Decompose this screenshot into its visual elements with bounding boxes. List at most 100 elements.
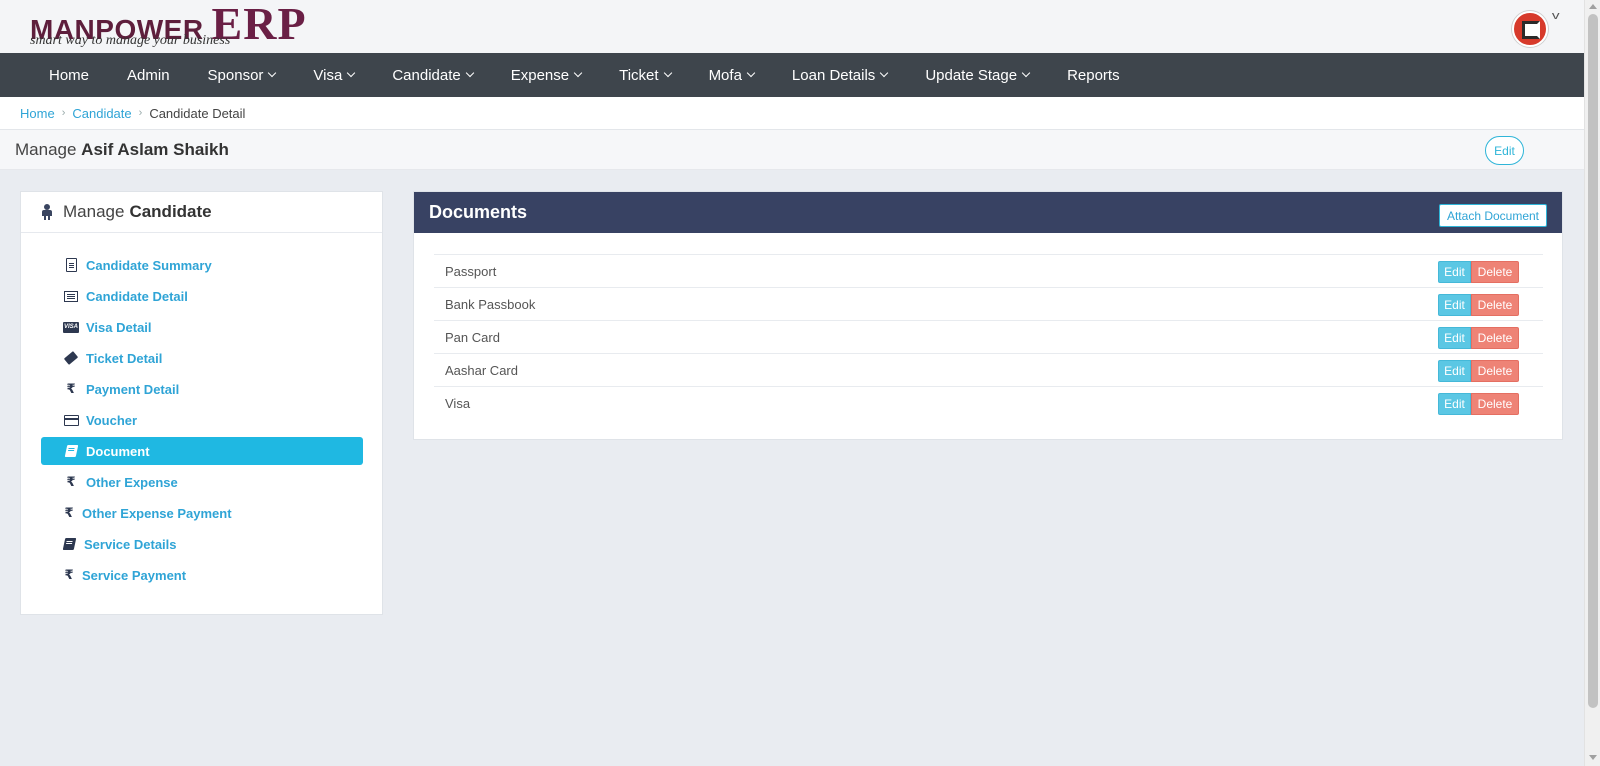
nav-admin[interactable]: Admin: [108, 53, 189, 97]
table-row: Pan Card Edit Delete: [434, 320, 1543, 353]
chevron-down-icon: [347, 68, 356, 78]
nav-ticket-label: Ticket: [619, 66, 659, 84]
sidebar-item-document[interactable]: Document: [41, 437, 363, 465]
edit-document-button[interactable]: Edit: [1438, 294, 1471, 316]
delete-document-button[interactable]: Delete: [1471, 327, 1519, 349]
sidebar-item-candidate-detail[interactable]: Candidate Detail: [41, 282, 363, 310]
edit-document-button[interactable]: Edit: [1438, 360, 1471, 382]
breadcrumb-current: Candidate Detail: [149, 105, 246, 121]
page-title: Manage Asif Aslam Shaikh: [15, 140, 229, 160]
sidebar-item-other-expense[interactable]: ₹ Other Expense: [41, 468, 363, 496]
table-row: Bank Passbook Edit Delete: [434, 287, 1543, 320]
rupee-icon: ₹: [64, 505, 74, 520]
rupee-icon: ₹: [64, 567, 74, 582]
logo-tagline: smart way to manage your business: [30, 33, 231, 48]
delete-document-button[interactable]: Delete: [1471, 261, 1519, 283]
document-name: Visa: [445, 395, 471, 411]
documents-panel: Documents Attach Document Passport Edit …: [413, 191, 1563, 440]
visa-icon: VISA: [63, 321, 79, 333]
breadcrumb: Home › Candidate › Candidate Detail: [0, 97, 1584, 130]
delete-document-button[interactable]: Delete: [1471, 393, 1519, 415]
scroll-thumb[interactable]: [1588, 14, 1598, 708]
table-row: Visa Edit Delete: [434, 386, 1543, 419]
edit-candidate-button[interactable]: Edit: [1485, 136, 1524, 165]
attach-document-button[interactable]: Attach Document: [1439, 204, 1547, 227]
top-header: MANPOWER ERP smart way to manage your bu…: [0, 0, 1584, 53]
user-avatar[interactable]: [1512, 11, 1548, 47]
sidebar-item-label: Candidate Summary: [86, 257, 212, 273]
breadcrumb-home-link[interactable]: Home: [20, 106, 55, 121]
person-icon: [41, 204, 53, 220]
app-logo[interactable]: MANPOWER ERP smart way to manage your bu…: [30, 1, 307, 49]
chevron-down-icon: [465, 68, 474, 78]
breadcrumb-separator-icon: ›: [138, 107, 143, 119]
list-alt-icon: [64, 290, 78, 302]
manage-candidate-panel: Manage Candidate Candidate Summary Candi…: [20, 191, 383, 615]
sidebar-item-label: Other Expense Payment: [82, 505, 232, 521]
breadcrumb-candidate-link[interactable]: Candidate: [72, 106, 131, 121]
table-row: Passport Edit Delete: [434, 254, 1543, 287]
page-title-prefix: Manage: [15, 140, 77, 159]
scroll-up-arrow-icon[interactable]: [1589, 4, 1597, 9]
delete-document-button[interactable]: Delete: [1471, 360, 1519, 382]
sidebar-item-label: Other Expense: [86, 474, 178, 490]
avatar-logo-icon: [1522, 21, 1540, 39]
heading-prefix: Manage: [63, 202, 125, 221]
nav-home-label: Home: [49, 66, 90, 84]
document-name: Passport: [445, 263, 497, 279]
sidebar-item-payment-detail[interactable]: ₹ Payment Detail: [41, 375, 363, 403]
nav-mofa[interactable]: Mofa: [690, 53, 773, 97]
sidebar-item-label: Payment Detail: [86, 381, 180, 397]
rupee-icon: ₹: [66, 474, 76, 489]
nav-sponsor-label: Sponsor: [207, 66, 264, 84]
nav-visa-label: Visa: [313, 66, 343, 84]
breadcrumb-separator-icon: ›: [61, 107, 66, 119]
sidebar-item-candidate-summary[interactable]: Candidate Summary: [41, 251, 363, 279]
vertical-scrollbar[interactable]: [1584, 0, 1600, 766]
sidebar-item-other-expense-payment[interactable]: ₹ Other Expense Payment: [41, 499, 363, 527]
nav-update-stage[interactable]: Update Stage: [906, 53, 1048, 97]
sidebar-item-label: Document: [86, 443, 150, 459]
sidebar-item-service-payment[interactable]: ₹ Service Payment: [41, 561, 363, 589]
chevron-down-icon: [1021, 68, 1031, 78]
sidebar-item-visa-detail[interactable]: VISA Visa Detail: [41, 313, 363, 341]
document-name: Pan Card: [445, 329, 500, 345]
chevron-down-icon: [746, 68, 756, 78]
sidebar-item-label: Service Details: [84, 536, 177, 552]
nav-visa[interactable]: Visa: [294, 53, 373, 97]
nav-mofa-label: Mofa: [708, 66, 742, 84]
delete-document-button[interactable]: Delete: [1471, 294, 1519, 316]
nav-expense[interactable]: Expense: [492, 53, 600, 97]
book-icon: [64, 445, 78, 457]
nav-expense-label: Expense: [510, 66, 570, 84]
nav-reports-label: Reports: [1067, 66, 1120, 84]
chevron-down-icon: [663, 68, 672, 78]
sidebar-item-label: Service Payment: [82, 567, 187, 583]
nav-update-stage-label: Update Stage: [925, 66, 1018, 84]
sidebar-item-service-details[interactable]: Service Details: [41, 530, 363, 558]
nav-admin-label: Admin: [127, 66, 170, 84]
table-row: Aashar Card Edit Delete: [434, 353, 1543, 386]
documents-header: Documents Attach Document: [414, 192, 1562, 233]
nav-loan-details-label: Loan Details: [791, 66, 876, 84]
user-menu-chevron-icon[interactable]: v: [1552, 10, 1560, 22]
nav-home[interactable]: Home: [30, 53, 108, 97]
edit-document-button[interactable]: Edit: [1438, 393, 1471, 415]
scroll-down-arrow-icon[interactable]: [1589, 755, 1597, 760]
document-name: Bank Passbook: [445, 296, 536, 312]
nav-reports[interactable]: Reports: [1048, 53, 1139, 97]
edit-document-button[interactable]: Edit: [1438, 261, 1471, 283]
documents-table: Passport Edit Delete Bank Passbook Edit …: [434, 254, 1543, 419]
nav-loan-details[interactable]: Loan Details: [773, 53, 906, 97]
credit-card-icon: [63, 414, 79, 426]
sidebar-item-ticket-detail[interactable]: Ticket Detail: [41, 344, 363, 372]
edit-document-button[interactable]: Edit: [1438, 327, 1471, 349]
nav-sponsor[interactable]: Sponsor: [189, 53, 295, 97]
nav-candidate[interactable]: Candidate: [373, 53, 491, 97]
main-navbar: Home Admin Sponsor Visa Candidate Expens…: [0, 53, 1584, 97]
candidate-name: Asif Aslam Shaikh: [81, 140, 229, 159]
rupee-icon: ₹: [66, 381, 76, 396]
sidebar-item-voucher[interactable]: Voucher: [41, 406, 363, 434]
sidebar-item-label: Candidate Detail: [86, 288, 188, 304]
nav-ticket[interactable]: Ticket: [600, 53, 689, 97]
